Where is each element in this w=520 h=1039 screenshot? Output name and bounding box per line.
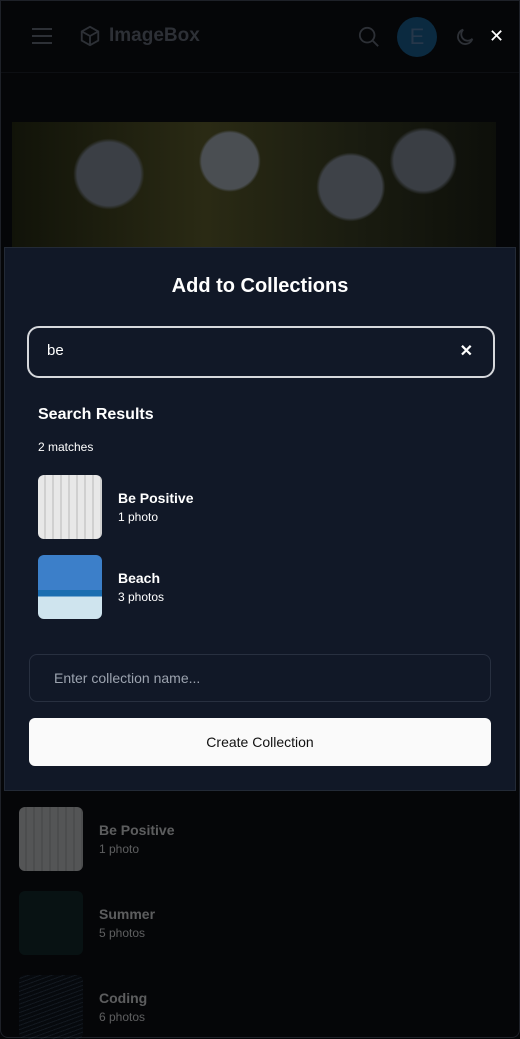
- collection-count: 5 photos: [99, 926, 146, 940]
- collection-count: 3 photos: [118, 590, 165, 604]
- result-item[interactable]: Beach 3 photos: [38, 555, 164, 619]
- list-item: Be Positive 1 photo: [19, 807, 174, 871]
- collection-name-input[interactable]: [54, 670, 454, 686]
- menu-icon[interactable]: [32, 28, 52, 44]
- collection-count: 1 photo: [118, 510, 159, 524]
- logo[interactable]: ImageBox: [79, 25, 200, 47]
- add-to-collections-modal: Add to Collections ✕ Search Results 2 ma…: [4, 247, 516, 791]
- thumbnail: [19, 807, 83, 871]
- list-item: Summer 5 photos: [19, 891, 155, 955]
- collection-name: Be Positive: [99, 822, 175, 838]
- moon-icon[interactable]: [454, 26, 476, 48]
- clear-icon[interactable]: ✕: [460, 341, 473, 361]
- collection-count: 1 photo: [99, 842, 140, 856]
- hero-image: [12, 122, 496, 252]
- results-heading: Search Results: [38, 406, 154, 423]
- logo-text: ImageBox: [109, 25, 200, 46]
- search-input[interactable]: [47, 342, 427, 359]
- create-collection-button[interactable]: Create Collection: [29, 718, 491, 766]
- collection-count: 6 photos: [99, 1010, 146, 1024]
- thumbnail: [38, 475, 102, 539]
- result-item[interactable]: Be Positive 1 photo: [38, 475, 193, 539]
- list-item: Coding 6 photos: [19, 975, 147, 1039]
- collection-name: Summer: [99, 906, 156, 922]
- search-icon[interactable]: [358, 26, 380, 48]
- close-icon[interactable]: ✕: [489, 27, 504, 45]
- thumbnail: [19, 891, 83, 955]
- header: ImageBox E ✕: [1, 1, 519, 73]
- avatar[interactable]: E: [397, 17, 437, 57]
- match-count: 2 matches: [38, 440, 94, 454]
- collection-name: Coding: [99, 990, 148, 1006]
- collection-name: Beach: [118, 570, 161, 586]
- modal-title: Add to Collections: [171, 275, 349, 297]
- collection-name: Be Positive: [118, 490, 194, 506]
- thumbnail: [19, 975, 83, 1039]
- collection-name-field[interactable]: [29, 654, 491, 702]
- thumbnail: [38, 555, 102, 619]
- search-field[interactable]: ✕: [27, 326, 495, 378]
- cube-icon: [80, 25, 100, 47]
